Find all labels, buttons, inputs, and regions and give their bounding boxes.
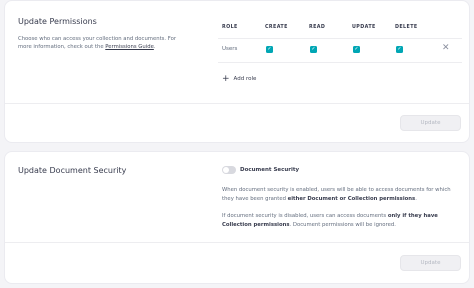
security-enabled-bold: either Document or Collection permission… — [287, 195, 416, 202]
permissions-card: Update Permissions Choose who can access… — [4, 0, 470, 143]
column-header-read: READ — [309, 25, 326, 30]
read-checkbox[interactable]: ✓ — [310, 46, 317, 53]
create-checkbox[interactable]: ✓ — [266, 46, 273, 53]
security-disabled-suffix: . Document permissions will be ignored. — [289, 221, 396, 228]
card-footer-divider — [5, 242, 469, 243]
security-disabled-description: If document security is disabled, users … — [222, 212, 462, 230]
check-icon: ✓ — [354, 46, 359, 52]
delete-checkbox[interactable]: ✓ — [396, 46, 403, 53]
update-checkbox[interactable]: ✓ — [353, 46, 360, 53]
document-security-card: Update Document Security Document Securi… — [4, 151, 470, 284]
update-permissions-button[interactable]: Update — [400, 115, 461, 131]
permissions-guide-link[interactable]: Permissions Guide — [105, 44, 154, 50]
permissions-title: Update Permissions — [18, 17, 97, 26]
permissions-description: Choose who can access your collection an… — [18, 35, 188, 51]
check-icon: ✓ — [397, 46, 402, 52]
toggle-knob — [223, 167, 229, 173]
security-disabled-text: If document security is disabled, users … — [222, 213, 388, 219]
column-header-create: CREATE — [265, 25, 288, 30]
role-name-users: Users — [222, 46, 238, 52]
add-role-label: Add role — [233, 76, 257, 82]
close-icon[interactable]: ✕ — [442, 43, 450, 53]
table-row-divider — [218, 62, 462, 63]
update-security-button[interactable]: Update — [400, 255, 461, 271]
column-header-update: UPDATE — [352, 25, 376, 30]
permissions-description-suffix: . — [153, 44, 156, 51]
document-security-toggle-label: Document Security — [240, 167, 300, 173]
security-enabled-description: When document security is enabled, users… — [222, 186, 462, 204]
add-role-button[interactable]: + Add role — [222, 74, 257, 84]
security-enabled-suffix: . — [415, 195, 417, 202]
document-security-title: Update Document Security — [18, 166, 127, 175]
column-header-role: ROLE — [222, 25, 238, 30]
check-icon: ✓ — [311, 46, 316, 52]
document-security-toggle[interactable] — [222, 166, 236, 174]
card-footer-divider — [5, 103, 469, 104]
column-header-delete: DELETE — [395, 25, 418, 30]
table-header-divider — [218, 38, 462, 39]
check-icon: ✓ — [267, 46, 272, 52]
plus-icon: + — [222, 74, 230, 84]
